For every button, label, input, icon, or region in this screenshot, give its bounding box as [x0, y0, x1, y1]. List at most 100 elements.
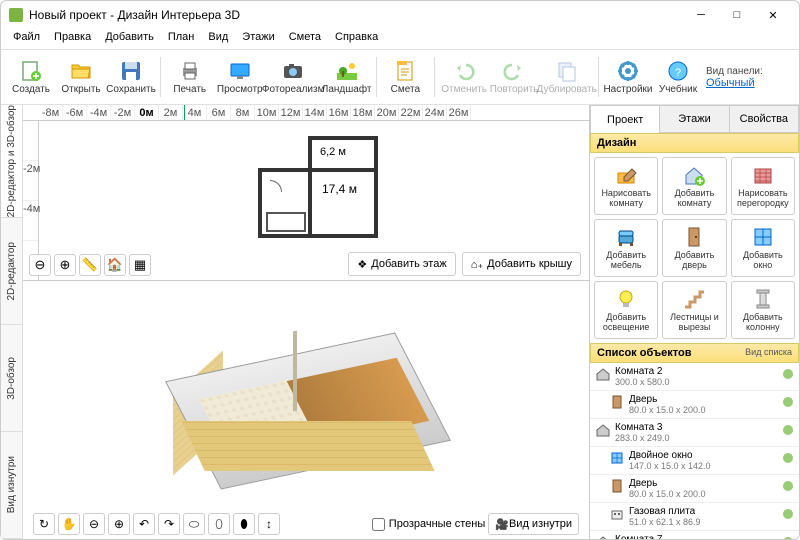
menu-План[interactable]: План	[162, 29, 201, 49]
object-row[interactable]: Дверь80.0 x 15.0 x 200.0	[590, 391, 799, 419]
add-room-icon	[682, 163, 706, 187]
add-floor-button[interactable]: ❖Добавить этаж	[348, 252, 455, 276]
inside-view-button[interactable]: 🎥 Вид изнутри	[488, 513, 579, 535]
menu-Вид[interactable]: Вид	[202, 29, 234, 49]
add-roof-button[interactable]: ⌂₊Добавить крышу	[462, 252, 581, 276]
3d-tool-4[interactable]: ↶	[133, 513, 155, 535]
add-room-button[interactable]: Добавить комнату	[662, 157, 726, 215]
2d-tool-4[interactable]: ▦	[129, 254, 151, 276]
main-toolbar: СоздатьОткрытьСохранитьПечатьПросмотрФот…	[1, 49, 799, 105]
2d-tool-3[interactable]: 🏠	[104, 254, 126, 276]
3d-toolbar: ↻✋⊖⊕↶↷⬭⬯⬮↕ Прозрачные стены 🎥 Вид изнутр…	[33, 513, 579, 535]
maximize-button[interactable]: □	[719, 2, 755, 28]
minimize-button[interactable]: ─	[683, 2, 719, 28]
estimate-icon	[393, 59, 417, 83]
visibility-icon[interactable]	[783, 425, 793, 435]
object-row[interactable]: Комната 7	[590, 531, 799, 539]
visibility-icon[interactable]	[783, 453, 793, 463]
menu-Справка[interactable]: Справка	[329, 29, 384, 49]
rtab-Проект[interactable]: Проект	[590, 105, 660, 133]
add-window-button[interactable]: Добавить окно	[731, 219, 795, 277]
save-button[interactable]: Сохранить	[107, 52, 155, 102]
visibility-icon[interactable]	[783, 369, 793, 379]
help-button[interactable]: ?Учебник	[654, 52, 702, 102]
vtab-1[interactable]: 2D-редактор	[1, 218, 22, 325]
object-row[interactable]: Двойное окно147.0 x 15.0 x 142.0	[590, 447, 799, 475]
view-button[interactable]: Просмотр	[216, 52, 264, 102]
create-button[interactable]: Создать	[7, 52, 55, 102]
add-column-icon	[751, 287, 775, 311]
add-door-button[interactable]: Добавить дверь	[662, 219, 726, 277]
right-tabs: ПроектЭтажиСвойства	[590, 105, 799, 133]
menu-Смета[interactable]: Смета	[283, 29, 327, 49]
save-icon	[119, 59, 143, 83]
object-row[interactable]: Комната 3283.0 x 249.0	[590, 419, 799, 447]
3d-tool-6[interactable]: ⬭	[183, 513, 205, 535]
vtab-3[interactable]: Вид изнутри	[1, 432, 22, 539]
door-icon	[610, 395, 624, 409]
menu-Файл[interactable]: Файл	[7, 29, 46, 49]
3d-tool-8[interactable]: ⬮	[233, 513, 255, 535]
3d-tool-3[interactable]: ⊕	[108, 513, 130, 535]
add-column-button[interactable]: Добавить колонну	[731, 281, 795, 339]
3d-tool-0[interactable]: ↻	[33, 513, 55, 535]
window-icon	[610, 451, 624, 465]
rtab-Этажи[interactable]: Этажи	[660, 105, 729, 133]
dup-button: Дублировать	[540, 52, 593, 102]
camera-icon: 🎥	[495, 518, 509, 531]
undo-icon	[452, 59, 476, 83]
2d-viewport[interactable]: -2м-4м 6,2 м 17,4 м ⊖⊕📏🏠▦ ❖Добавить этаж…	[23, 121, 589, 281]
draw-partition-icon	[751, 163, 775, 187]
menu-Этажи[interactable]: Этажи	[236, 29, 280, 49]
3d-tool-5[interactable]: ↷	[158, 513, 180, 535]
redo-icon	[502, 59, 526, 83]
add-light-icon	[614, 287, 638, 311]
object-row[interactable]: Газовая плита51.0 x 62.1 x 86.9	[590, 503, 799, 531]
room-icon	[596, 535, 610, 539]
add-furniture-button[interactable]: Добавить мебель	[594, 219, 658, 277]
close-button[interactable]: ✕	[755, 2, 791, 28]
menu-Правка[interactable]: Правка	[48, 29, 97, 49]
rtab-Свойства[interactable]: Свойства	[730, 105, 799, 133]
transparent-walls-checkbox[interactable]: Прозрачные стены	[372, 518, 485, 531]
vtab-0[interactable]: 2D-редактор и 3D-обзор	[1, 105, 22, 218]
settings-button[interactable]: Настройки	[604, 52, 652, 102]
estimate-button[interactable]: Смета	[381, 52, 429, 102]
draw-room-icon	[614, 163, 638, 187]
right-panel: ПроектЭтажиСвойства Дизайн Нарисовать ко…	[589, 105, 799, 539]
photo-button[interactable]: Фотореализм	[266, 52, 321, 102]
create-icon	[19, 59, 43, 83]
stairs-button[interactable]: Лестницы и вырезы	[662, 281, 726, 339]
menu-Добавить[interactable]: Добавить	[99, 29, 160, 49]
open-icon	[69, 59, 93, 83]
object-row[interactable]: Комната 2300.0 x 580.0	[590, 363, 799, 391]
draw-partition-button[interactable]: Нарисовать перегородку	[731, 157, 795, 215]
2d-tool-2[interactable]: 📏	[79, 254, 101, 276]
visibility-icon[interactable]	[783, 509, 793, 519]
draw-room-button[interactable]: Нарисовать комнату	[594, 157, 658, 215]
print-icon	[178, 59, 202, 83]
vtab-2[interactable]: 3D-обзор	[1, 325, 22, 432]
3d-tool-9[interactable]: ↕	[258, 513, 280, 535]
visibility-icon[interactable]	[783, 481, 793, 491]
titlebar: Новый проект - Дизайн Интерьера 3D ─ □ ✕	[1, 1, 799, 29]
visibility-icon[interactable]	[783, 397, 793, 407]
add-door-icon	[682, 225, 706, 249]
view-panel-link[interactable]: Обычный	[706, 77, 755, 89]
print-button[interactable]: Печать	[166, 52, 214, 102]
2d-tool-0[interactable]: ⊖	[29, 254, 51, 276]
door-icon	[610, 479, 624, 493]
3d-viewport[interactable]: ↻✋⊖⊕↶↷⬭⬯⬮↕ Прозрачные стены 🎥 Вид изнутр…	[23, 281, 589, 539]
landscape-button[interactable]: Ландшафт	[323, 52, 371, 102]
dup-icon	[555, 59, 579, 83]
2d-tool-1[interactable]: ⊕	[54, 254, 76, 276]
add-light-button[interactable]: Добавить освещение	[594, 281, 658, 339]
floorplan[interactable]: 6,2 м 17,4 м	[258, 136, 378, 246]
view-mode-link[interactable]: Вид списка	[745, 347, 792, 359]
design-grid: Нарисовать комнатуДобавить комнатуНарисо…	[590, 153, 799, 343]
object-row[interactable]: Дверь80.0 x 15.0 x 200.0	[590, 475, 799, 503]
open-button[interactable]: Открыть	[57, 52, 105, 102]
3d-tool-1[interactable]: ✋	[58, 513, 80, 535]
3d-tool-2[interactable]: ⊖	[83, 513, 105, 535]
3d-tool-7[interactable]: ⬯	[208, 513, 230, 535]
